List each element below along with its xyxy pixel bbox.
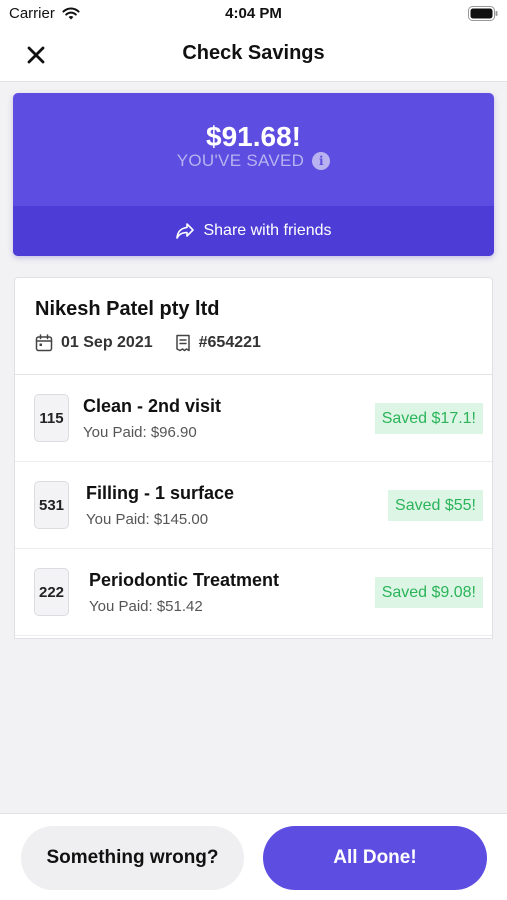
saved-badge: Saved $17.1! xyxy=(374,403,483,434)
list-item[interactable]: 222 Periodontic Treatment You Paid: $51.… xyxy=(15,549,492,636)
list-item[interactable]: 531 Filling - 1 surface You Paid: $145.0… xyxy=(15,462,492,549)
receipt-date: 01 Sep 2021 xyxy=(35,334,153,352)
status-time: 4:04 PM xyxy=(225,5,282,22)
savings-summary-card: $91.68! YOU'VE SAVED i Share with friend… xyxy=(13,93,494,256)
home-indicator-area xyxy=(0,891,507,900)
item-paid: You Paid: $145.00 xyxy=(86,511,209,528)
navigation-bar: Check Savings xyxy=(0,30,507,82)
saved-label: YOU'VE SAVED xyxy=(176,151,305,170)
receipt-card: Nikesh Patel pty ltd 01 Sep 2021 #654221… xyxy=(14,277,493,639)
item-code: 222 xyxy=(34,568,69,616)
item-code: 115 xyxy=(34,394,69,442)
item-name: Filling - 1 surface xyxy=(86,483,235,503)
item-name: Periodontic Treatment xyxy=(89,570,280,590)
page-title: Check Savings xyxy=(182,42,325,64)
list-item[interactable]: 115 Clean - 2nd visit You Paid: $96.90 S… xyxy=(15,375,492,462)
receipt-icon xyxy=(175,334,190,352)
share-icon xyxy=(176,223,195,239)
item-paid: You Paid: $51.42 xyxy=(89,598,203,615)
item-code: 531 xyxy=(34,481,69,529)
receipt-meta: 01 Sep 2021 #654221 xyxy=(35,334,283,352)
share-label: Share with friends xyxy=(203,222,332,239)
battery-icon xyxy=(468,6,498,21)
share-with-friends-button[interactable]: Share with friends xyxy=(13,206,494,256)
bottom-action-bar: Something wrong? All Done! xyxy=(0,813,507,891)
saved-badge: Saved $55! xyxy=(388,490,483,521)
saved-label-row: YOU'VE SAVED i xyxy=(13,151,494,171)
something-wrong-button[interactable]: Something wrong? xyxy=(21,826,244,890)
item-name: Clean - 2nd visit xyxy=(83,396,222,416)
receipt-number: #654221 xyxy=(175,334,261,352)
check-savings-screen: Carrier 4:04 PM Check Savings $91.68! YO… xyxy=(0,0,507,900)
total-saved-amount: $91.68! xyxy=(206,121,301,152)
all-done-button[interactable]: All Done! xyxy=(263,826,487,890)
receipt-header: Nikesh Patel pty ltd 01 Sep 2021 #654221 xyxy=(15,278,492,375)
calendar-icon xyxy=(35,334,53,352)
info-icon[interactable]: i xyxy=(312,152,331,170)
saved-badge: Saved $9.08! xyxy=(374,577,483,608)
receipt-number-text: #654221 xyxy=(198,334,261,351)
item-paid: You Paid: $96.90 xyxy=(83,424,197,441)
status-bar: Carrier 4:04 PM xyxy=(0,0,507,30)
receipt-date-text: 01 Sep 2021 xyxy=(61,334,153,351)
provider-name: Nikesh Patel pty ltd xyxy=(35,298,220,320)
